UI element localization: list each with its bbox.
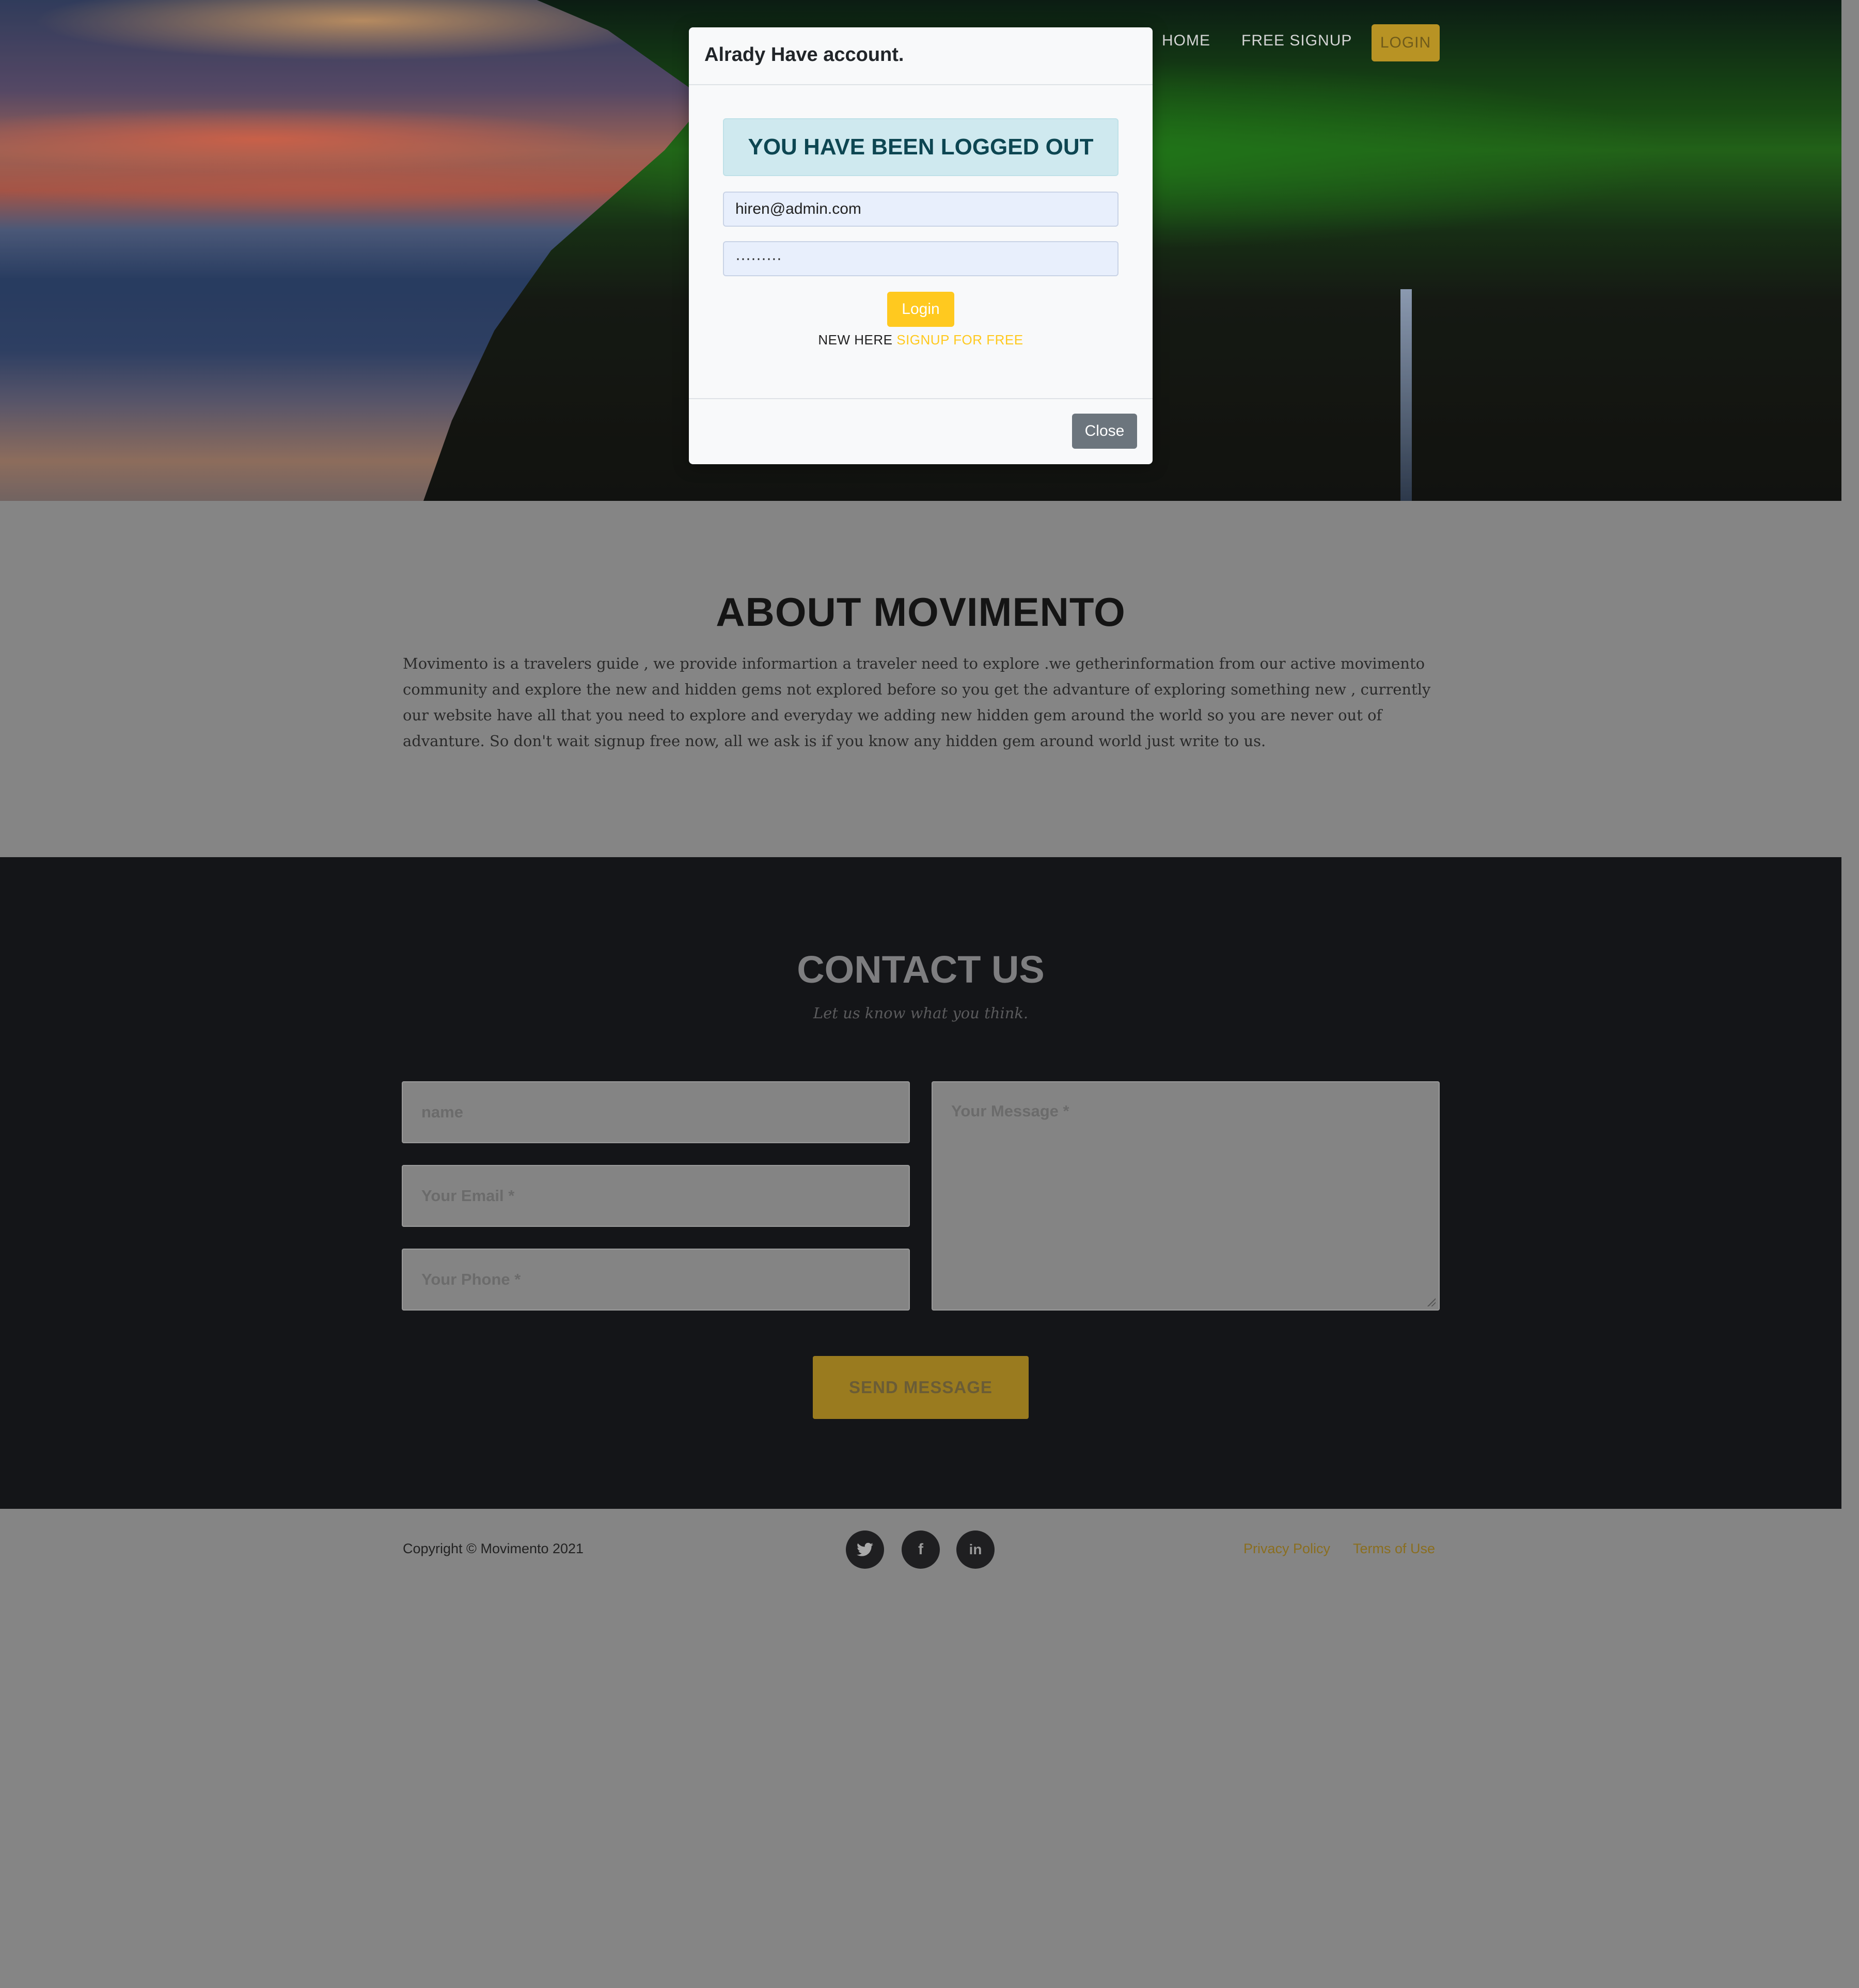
email-input[interactable]: hiren@admin.com [723, 192, 1118, 227]
modal-header-divider [689, 84, 1153, 85]
about-text: Movimento is a travelers guide , we prov… [403, 655, 1431, 750]
password-input-value: ········· [735, 250, 782, 267]
contact-section: CONTACT US Let us know what you think. n… [0, 857, 1841, 1509]
twitter-icon[interactable] [846, 1531, 884, 1569]
contact-subtitle: Let us know what you think. [813, 1004, 1029, 1022]
nav-login-button[interactable]: LOGIN [1372, 24, 1440, 61]
contact-title: CONTACT US [797, 948, 1045, 991]
terms-of-use-link[interactable]: Terms of Use [1353, 1541, 1435, 1557]
email-field-placeholder: Your Email * [421, 1187, 515, 1205]
facebook-glyph: f [918, 1541, 923, 1558]
linkedin-glyph: in [969, 1541, 982, 1557]
modal-close-button[interactable]: Close [1072, 414, 1137, 449]
login-modal: Alrady Have account. YOU HAVE BEEN LOGGE… [689, 27, 1153, 464]
resize-handle[interactable] [1427, 1298, 1436, 1306]
copyright-text: Copyright © Movimento 2021 [403, 1541, 584, 1556]
modal-login-button[interactable]: Login [887, 292, 954, 327]
send-message-button[interactable]: SEND MESSAGE [813, 1356, 1029, 1419]
page: HOME FREE SIGNUP LOGIN ABOUT MOVIMENTO M… [0, 0, 1841, 1988]
phone-field[interactable]: Your Phone * [402, 1249, 910, 1311]
about-title: ABOUT MOVIMENTO [716, 589, 1126, 635]
signup-for-free-link[interactable]: SIGNUP FOR FREE [896, 332, 1023, 348]
twitter-bird-glyph [857, 1542, 873, 1556]
new-here-label: NEW HERE [818, 332, 893, 348]
nav-signup-link[interactable]: FREE SIGNUP [1241, 32, 1352, 50]
facebook-icon[interactable]: f [902, 1531, 940, 1569]
about-section: ABOUT MOVIMENTO Movimento is a travelers… [0, 501, 1841, 857]
logout-alert: YOU HAVE BEEN LOGGED OUT [723, 118, 1118, 176]
message-field[interactable]: Your Message * [932, 1081, 1440, 1311]
modal-title: Alrady Have account. [704, 44, 904, 66]
phone-field-placeholder: Your Phone * [421, 1270, 521, 1288]
linkedin-icon[interactable]: in [956, 1531, 995, 1569]
password-input[interactable]: ········· [723, 241, 1118, 276]
privacy-policy-link[interactable]: Privacy Policy [1243, 1541, 1330, 1557]
email-field[interactable]: Your Email * [402, 1165, 910, 1227]
new-here-text: NEW HERE SIGNUP FOR FREE [689, 332, 1153, 348]
message-field-placeholder: Your Message * [951, 1102, 1069, 1120]
name-field[interactable]: name [402, 1081, 910, 1143]
email-input-value: hiren@admin.com [735, 200, 861, 217]
name-field-placeholder: name [421, 1103, 463, 1121]
footer: Copyright © Movimento 2021 f in Privacy … [0, 1509, 1841, 1591]
nav-home-link[interactable]: HOME [1162, 32, 1210, 50]
modal-footer-divider [689, 398, 1153, 399]
